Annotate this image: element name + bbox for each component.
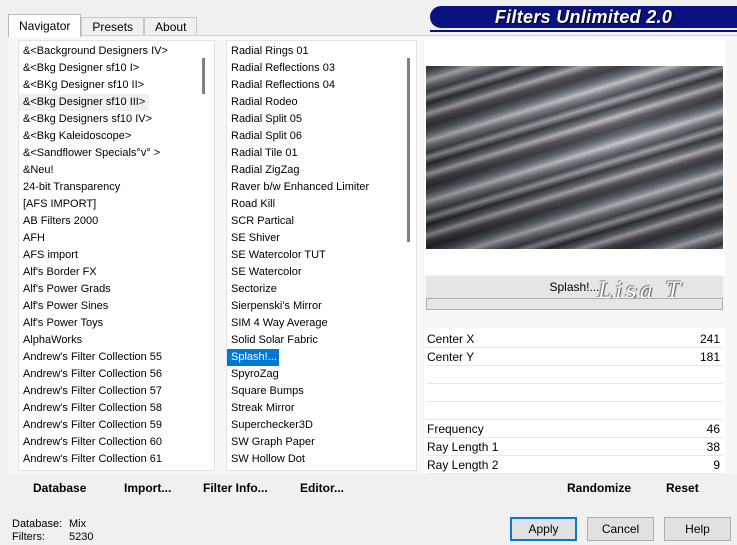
editor-button[interactable]: Editor... (300, 481, 344, 495)
param-value: 46 (706, 421, 720, 436)
preview-image (426, 66, 723, 249)
param-label: Ray Length 2 (427, 457, 499, 472)
filter-scroll-thumb[interactable] (407, 58, 410, 242)
param-label: Frequency (427, 421, 484, 436)
filter-list-item[interactable]: SW Hollow Dot (227, 451, 416, 468)
category-list-item[interactable]: Alf's Border FX (19, 264, 214, 281)
filters-label: Filters: (12, 531, 45, 543)
category-list-item[interactable]: &<Bkg Designer sf10 III> (19, 94, 150, 111)
param-center-x[interactable]: Center X 241 (426, 330, 723, 348)
category-list-item[interactable]: [AFS IMPORT] (19, 196, 214, 213)
category-list[interactable]: &<Background Designers IV> &<Bkg Designer… (18, 40, 215, 471)
filter-list-item[interactable]: Radial ZigZag (227, 162, 416, 179)
category-list-item[interactable]: Alf's Power Toys (19, 315, 214, 332)
cancel-button[interactable]: Cancel (587, 517, 654, 541)
filter-list-item[interactable]: Radial Rodeo (227, 94, 416, 111)
filter-info-button[interactable]: Filter Info... (203, 481, 268, 495)
param-center-y[interactable]: Center Y 181 (426, 348, 723, 366)
filter-list-item[interactable]: SW Graph Paper (227, 434, 416, 451)
filter-list-item[interactable]: SE Shiver (227, 230, 416, 247)
category-list-item[interactable]: AlphaWorks (19, 332, 214, 349)
filter-list-item[interactable]: Radial Rings 01 (227, 43, 416, 60)
app-banner-title: Filters Unlimited 2.0 (430, 6, 737, 28)
category-list-item[interactable]: Andrew's Filter Collection 61 (19, 451, 214, 468)
filter-list-item[interactable]: Square Bumps (227, 383, 416, 400)
category-list-item[interactable]: Alf's Power Sines (19, 298, 214, 315)
param-label: Ray Length 1 (427, 439, 499, 454)
category-list-item[interactable]: Andrew's Filter Collection 57 (19, 383, 214, 400)
filter-list-item[interactable]: Radial Split 06 (227, 128, 416, 145)
tab-navigator[interactable]: Navigator (8, 14, 82, 37)
category-list-item[interactable]: &<Bkg Designers sf10 IV> (19, 111, 214, 128)
param-value: 38 (706, 439, 720, 454)
category-list-item[interactable]: &<BKg Designer sf10 II> (19, 77, 214, 94)
database-button[interactable]: Database (33, 481, 86, 495)
category-list-item[interactable]: Alf's Power Grads (19, 281, 214, 298)
reset-button[interactable]: Reset (666, 481, 699, 495)
category-list-item[interactable]: AFS import (19, 247, 214, 264)
category-scrollbar[interactable] (199, 41, 207, 470)
tab-bar: Navigator Presets About (8, 14, 198, 37)
filter-scrollbar[interactable] (405, 41, 413, 470)
filter-list-item[interactable]: Radial Tile 01 (227, 145, 416, 162)
param-frequency[interactable]: Frequency 46 (426, 420, 723, 438)
filter-list-item[interactable]: Road Kill (227, 196, 416, 213)
filter-list-item[interactable]: SCR Partical (227, 213, 416, 230)
database-value: Mix (69, 518, 87, 530)
filter-list-item[interactable]: SpyroZag (227, 366, 416, 383)
category-list-item[interactable]: &<Sandflower Specials°v° > (19, 145, 214, 162)
filter-list-item[interactable]: Sierpenski's Mirror (227, 298, 416, 315)
category-list-item[interactable]: Andrew's Filter Collection 56 (19, 366, 214, 383)
param-empty-slot (426, 384, 723, 402)
category-list-item[interactable]: &<Bkg Designer sf10 I> (19, 60, 214, 77)
category-list-item[interactable]: Andrew's Filter Collection 58 (19, 400, 214, 417)
category-list-item[interactable]: &Neu! (19, 162, 214, 179)
database-label: Database: (12, 518, 63, 530)
category-scroll-thumb[interactable] (202, 58, 205, 94)
filter-list-item[interactable]: Radial Split 05 (227, 111, 416, 128)
category-list-item[interactable]: AFH (19, 230, 214, 247)
category-list-item[interactable]: &<Background Designers IV> (19, 43, 214, 60)
filter-list-item[interactable]: SIM 4 Way Average (227, 315, 416, 332)
category-list-item[interactable]: &<Bkg Kaleidoscope> (19, 128, 214, 145)
filter-list-item[interactable]: Splash!... (227, 349, 279, 366)
category-list-item[interactable]: 24-bit Transparency (19, 179, 214, 196)
filters-count: 5230 (69, 531, 94, 543)
filter-list-item[interactable]: SE Watercolor (227, 264, 416, 281)
help-button[interactable]: Help (664, 517, 731, 541)
apply-button[interactable]: Apply (510, 517, 577, 541)
category-list-item[interactable]: Andrew's Filter Collection 59 (19, 417, 214, 434)
filter-list[interactable]: Radial Rings 01 Radial Reflections 03 Radi… (226, 40, 417, 471)
tab-presets[interactable]: Presets (81, 17, 145, 37)
filter-list-item[interactable]: Superchecker3D (227, 417, 416, 434)
category-list-item[interactable]: AB Filters 2000 (19, 213, 214, 230)
param-value: 181 (699, 349, 720, 364)
filter-list-item[interactable]: SW Hollow Dot (227, 468, 416, 470)
category-list-item[interactable]: Andrew's Filter Collection 62 (19, 468, 214, 470)
randomize-button[interactable]: Randomize (567, 481, 631, 495)
param-ray-length-1[interactable]: Ray Length 1 38 (426, 438, 723, 456)
param-ray-length-2[interactable]: Ray Length 2 9 (426, 456, 723, 474)
import-button[interactable]: Import... (124, 481, 171, 495)
banner-divider (430, 30, 737, 32)
category-list-item[interactable]: Andrew's Filter Collection 55 (19, 349, 214, 366)
filter-list-item[interactable]: Raver b/w Enhanced Limiter (227, 179, 416, 196)
param-label: Center X (427, 331, 475, 346)
progress-bar (426, 298, 723, 310)
tab-about[interactable]: About (144, 17, 198, 37)
filter-list-item[interactable]: Radial Reflections 04 (227, 77, 416, 94)
filter-list-item[interactable]: Sectorize (227, 281, 416, 298)
param-label: Center Y (427, 349, 475, 364)
category-list-item[interactable]: Andrew's Filter Collection 60 (19, 434, 214, 451)
param-empty-slot (426, 402, 723, 420)
filter-list-item[interactable]: Solid Solar Fabric (227, 332, 416, 349)
param-value: 9 (713, 457, 720, 472)
param-value: 241 (699, 331, 720, 346)
filter-list-item[interactable]: Radial Reflections 03 (227, 60, 416, 77)
filter-list-item[interactable]: Streak Mirror (227, 400, 416, 417)
param-empty-slot (426, 366, 723, 384)
filter-list-item[interactable]: SE Watercolor TUT (227, 247, 416, 264)
